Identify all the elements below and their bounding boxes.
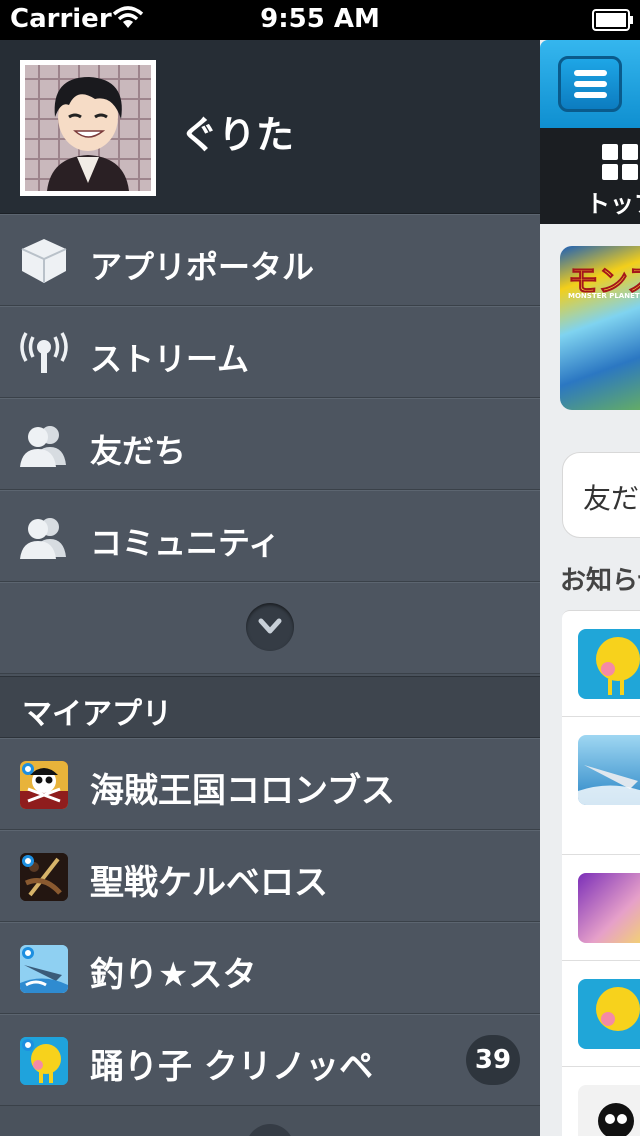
chevron-down-icon	[258, 618, 282, 634]
my-app-label: 釣り★スタ	[90, 955, 257, 995]
game-banner[interactable]: モンスター MONSTER PLANET	[560, 246, 640, 410]
expand-row	[0, 582, 540, 674]
status-bar: Carrier 9:55 AM	[0, 0, 640, 40]
new-indicator	[22, 855, 34, 867]
main-content-panel[interactable]: トップ モンスター MONSTER PLANET 友だち お知らせ	[540, 40, 640, 1136]
list-item[interactable]	[562, 961, 640, 1067]
list-item[interactable]	[562, 855, 640, 961]
notices-heading: お知らせ	[560, 566, 640, 596]
battery-icon	[592, 9, 633, 31]
section-title: マイアプリ	[22, 697, 172, 732]
main-tabbar: トップ	[540, 128, 640, 224]
side-drawer: ぐりた アプリポータル ストリーム 友だち コミュニティ マイアプリ 海賊王国コ…	[0, 40, 540, 1136]
avatar[interactable]	[20, 60, 156, 196]
new-indicator	[22, 1039, 34, 1051]
people-icon	[20, 518, 66, 559]
menu-item-app-portal[interactable]: アプリポータル	[0, 214, 540, 306]
pirate-app-icon	[578, 1085, 640, 1136]
kurinoppe-app-icon	[20, 1037, 68, 1085]
banner-subtitle: MONSTER PLANET	[568, 292, 640, 300]
friends-card[interactable]: 友だち	[562, 452, 640, 538]
friends-card-label: 友だち	[583, 482, 640, 515]
my-app-label: 踊り子 クリノッペ	[90, 1047, 374, 1087]
cube-icon	[21, 239, 67, 283]
list-item[interactable]	[562, 611, 640, 717]
fishing-app-icon	[20, 945, 68, 993]
my-app-item[interactable]: 聖戦ケルベロス	[0, 830, 540, 922]
menu-item-label: アプリポータル	[90, 248, 315, 286]
clock: 9:55 AM	[260, 4, 380, 34]
menu-item-friends[interactable]: 友だち	[0, 398, 540, 490]
menu-item-label: 友だち	[90, 432, 187, 470]
expand-button[interactable]	[246, 603, 294, 651]
pirate-app-icon	[20, 761, 68, 809]
my-app-item[interactable]: 釣り★スタ	[0, 922, 540, 1014]
my-app-label: 海賊王国コロンブス	[90, 771, 395, 811]
menu-item-label: コミュニティ	[90, 524, 281, 562]
menu-item-stream[interactable]: ストリーム	[0, 306, 540, 398]
people-icon	[20, 426, 66, 467]
notification-badge: 39	[466, 1035, 520, 1085]
new-indicator	[22, 763, 34, 775]
my-app-item[interactable]: 踊り子 クリノッペ 39	[0, 1014, 540, 1106]
kurinoppe-app-icon	[578, 979, 640, 1049]
main-navbar	[540, 40, 640, 128]
my-app-label: 聖戦ケルベロス	[90, 863, 328, 903]
news-list	[562, 610, 640, 1136]
tab-top[interactable]: トップ	[586, 184, 640, 219]
game-thumbnail	[578, 873, 640, 943]
my-apps-header: マイアプリ	[0, 676, 540, 738]
hamburger-icon[interactable]	[558, 56, 622, 112]
username: ぐりた	[180, 113, 295, 157]
kurinoppe-app-icon	[578, 629, 640, 699]
new-indicator	[22, 947, 34, 959]
fishing-app-icon	[578, 735, 640, 805]
expand-button[interactable]	[246, 1124, 294, 1136]
list-item[interactable]	[562, 1067, 640, 1136]
menu-item-community[interactable]: コミュニティ	[0, 490, 540, 582]
broadcast-icon	[20, 332, 68, 373]
my-app-item[interactable]: 海賊王国コロンブス	[0, 738, 540, 830]
list-item[interactable]	[562, 717, 640, 855]
cerberus-app-icon	[20, 853, 68, 901]
profile-header[interactable]: ぐりた	[0, 40, 540, 214]
grid-icon[interactable]	[602, 144, 638, 180]
menu-item-label: ストリーム	[90, 340, 250, 378]
